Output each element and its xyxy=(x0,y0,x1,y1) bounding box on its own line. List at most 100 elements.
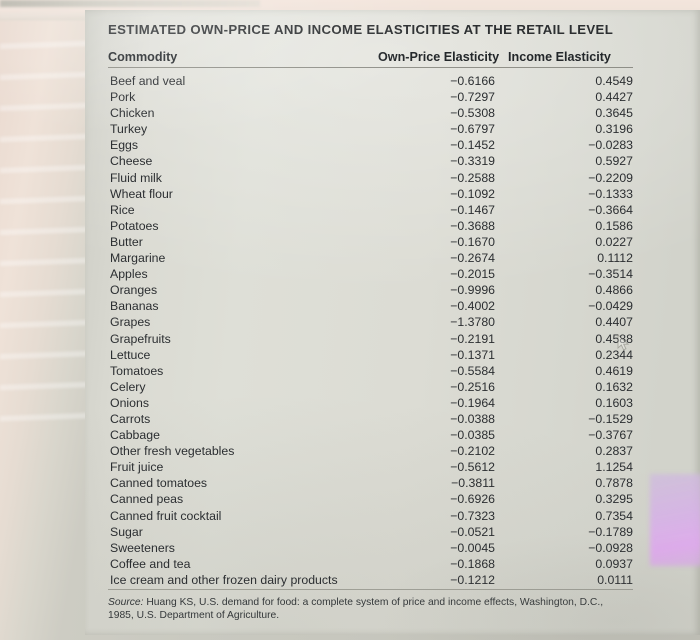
cell-commodity: Celery xyxy=(110,379,146,394)
table-row: Coffee and tea −0.1868 0.0937 xyxy=(108,557,633,573)
table-row: Wheat flour −0.1092 −0.1333 xyxy=(108,187,633,203)
cell-income-elasticity: −0.0928 xyxy=(588,540,633,555)
table-row: Sweeteners −0.0045 −0.0928 xyxy=(108,541,633,557)
cell-commodity: Turkey xyxy=(110,122,148,137)
cell-income-elasticity: 0.0227 xyxy=(595,234,633,249)
cell-own-price-elasticity: −0.3811 xyxy=(451,476,495,491)
table-row: Fruit juice −0.5612 1.1254 xyxy=(108,460,633,476)
table-row: Grapes −1.3780 0.4407 xyxy=(108,315,633,331)
cell-income-elasticity: 0.2837 xyxy=(595,444,633,459)
cell-commodity: Sugar xyxy=(110,524,143,539)
cell-income-elasticity: −0.3664 xyxy=(588,202,633,217)
source-text: Huang KS, U.S. demand for food: a comple… xyxy=(108,597,604,621)
cell-income-elasticity: 0.4866 xyxy=(595,283,633,298)
cell-commodity: Coffee and tea xyxy=(110,556,191,571)
table-row: Bananas −0.4002 −0.0429 xyxy=(108,299,633,315)
cell-income-elasticity: −0.1529 xyxy=(588,411,633,426)
cell-commodity: Wheat flour xyxy=(110,186,173,201)
cell-income-elasticity: 0.7878 xyxy=(595,476,633,491)
cell-own-price-elasticity: −0.1467 xyxy=(450,202,495,217)
header-divider-rule xyxy=(108,67,633,68)
cell-commodity: Eggs xyxy=(110,138,139,153)
cell-commodity: Butter xyxy=(110,234,143,249)
column-header-income: Income Elasticity xyxy=(508,50,611,64)
cell-commodity: Ice cream and other frozen dairy product… xyxy=(110,572,338,587)
table-row: Rice −0.1467 −0.3664 xyxy=(108,203,633,219)
cell-commodity: Oranges xyxy=(110,283,158,298)
cell-commodity: Beef and veal xyxy=(110,74,186,88)
cell-own-price-elasticity: −0.1964 xyxy=(450,395,495,410)
cell-income-elasticity: 0.1603 xyxy=(595,395,633,410)
cell-own-price-elasticity: −0.0388 xyxy=(450,411,495,426)
table-row: Chicken −0.5308 0.3645 xyxy=(108,106,633,122)
cell-commodity: Pork xyxy=(110,90,136,105)
cell-own-price-elasticity: −0.3319 xyxy=(450,154,495,169)
cell-own-price-elasticity: −0.7297 xyxy=(450,90,495,105)
cell-own-price-elasticity: −0.2674 xyxy=(450,251,495,266)
cell-own-price-elasticity: −0.5612 xyxy=(450,460,495,475)
table-row: Potatoes −0.3688 0.1586 xyxy=(108,219,633,235)
cell-income-elasticity: 0.1632 xyxy=(595,379,633,394)
cell-own-price-elasticity: −0.4002 xyxy=(450,299,495,314)
cell-income-elasticity: 0.4619 xyxy=(595,363,633,378)
cell-income-elasticity: −0.3514 xyxy=(588,267,633,282)
cell-own-price-elasticity: −0.5584 xyxy=(450,363,495,378)
cell-commodity: Rice xyxy=(110,202,135,217)
cell-commodity: Apples xyxy=(110,267,148,282)
source-label: Source: xyxy=(108,597,144,608)
table-row: Grapefruits −0.2191 0.4588 xyxy=(108,332,633,348)
cell-own-price-elasticity: −0.1212 xyxy=(450,572,495,587)
column-header-commodity: Commodity xyxy=(108,50,178,64)
cell-commodity: Canned fruit cocktail xyxy=(110,508,222,523)
cell-income-elasticity: 0.5927 xyxy=(595,154,633,169)
cell-income-elasticity: 1.1254 xyxy=(595,460,633,475)
table-row: Tomatoes −0.5584 0.4619 xyxy=(108,364,633,380)
cell-commodity: Chicken xyxy=(110,106,155,121)
cell-own-price-elasticity: −0.6797 xyxy=(450,122,495,137)
table-row: Turkey −0.6797 0.3196 xyxy=(108,122,633,138)
textbook-page: Estimated Own-Price and Income Elasticit… xyxy=(85,10,700,635)
footer-divider-rule xyxy=(108,589,633,590)
cell-own-price-elasticity: −0.9996 xyxy=(450,283,495,298)
cell-income-elasticity: 0.4549 xyxy=(595,74,633,88)
cell-income-elasticity: −0.2209 xyxy=(588,170,633,185)
cell-own-price-elasticity: −0.2102 xyxy=(450,444,495,459)
table-row: Eggs −0.1452 −0.0283 xyxy=(108,138,633,154)
cell-own-price-elasticity: −0.2588 xyxy=(450,170,495,185)
table-row: Oranges −0.9996 0.4866 xyxy=(108,283,633,299)
table-row: Carrots −0.0388 −0.1529 xyxy=(108,412,633,428)
cell-commodity: Grapefruits xyxy=(110,331,171,346)
table-row: Fluid milk −0.2588 −0.2209 xyxy=(108,171,633,187)
table-row: Canned tomatoes −0.3811 0.7878 xyxy=(108,476,633,492)
backdrop-top-edge xyxy=(0,0,260,7)
cell-income-elasticity: 0.3645 xyxy=(595,106,633,121)
cell-own-price-elasticity: −0.2516 xyxy=(450,379,495,394)
cell-own-price-elasticity: −0.5308 xyxy=(450,106,495,121)
cell-commodity: Sweeteners xyxy=(110,540,175,555)
table-title-text: Estimated Own-Price and Income Elasticit… xyxy=(108,22,614,37)
table-row: Sugar −0.0521 −0.1789 xyxy=(108,525,633,541)
cell-commodity: Tomatoes xyxy=(110,363,164,378)
cell-commodity: Canned tomatoes xyxy=(110,476,208,491)
cell-own-price-elasticity: −0.0385 xyxy=(450,428,495,443)
cell-own-price-elasticity: −0.3688 xyxy=(450,218,495,233)
cell-commodity: Onions xyxy=(110,395,149,410)
cell-commodity: Other fresh vegetables xyxy=(110,444,235,459)
cell-income-elasticity: 0.4407 xyxy=(595,315,633,330)
cell-income-elasticity: 0.0111 xyxy=(597,572,633,587)
cell-commodity: Cabbage xyxy=(110,428,160,443)
table-row: Cheese −0.3319 0.5927 xyxy=(108,154,633,170)
table-row: Ice cream and other frozen dairy product… xyxy=(108,573,633,589)
table-row: Canned peas −0.6926 0.3295 xyxy=(108,492,633,508)
cell-income-elasticity: 0.1112 xyxy=(597,251,633,266)
table-row: Onions −0.1964 0.1603 xyxy=(108,396,633,412)
cell-income-elasticity: 0.1586 xyxy=(595,218,633,233)
table-row: Beef and veal −0.6166 0.4549 xyxy=(108,74,633,90)
table-row: Lettuce −0.1371 0.2344 xyxy=(108,348,633,364)
cell-own-price-elasticity: −0.0521 xyxy=(450,524,495,539)
cell-own-price-elasticity: −0.2015 xyxy=(450,267,495,282)
cell-commodity: Canned peas xyxy=(110,492,184,507)
cell-own-price-elasticity: −0.1452 xyxy=(450,138,495,153)
cell-income-elasticity: 0.3196 xyxy=(595,122,633,137)
cell-commodity: Fluid milk xyxy=(110,170,162,185)
